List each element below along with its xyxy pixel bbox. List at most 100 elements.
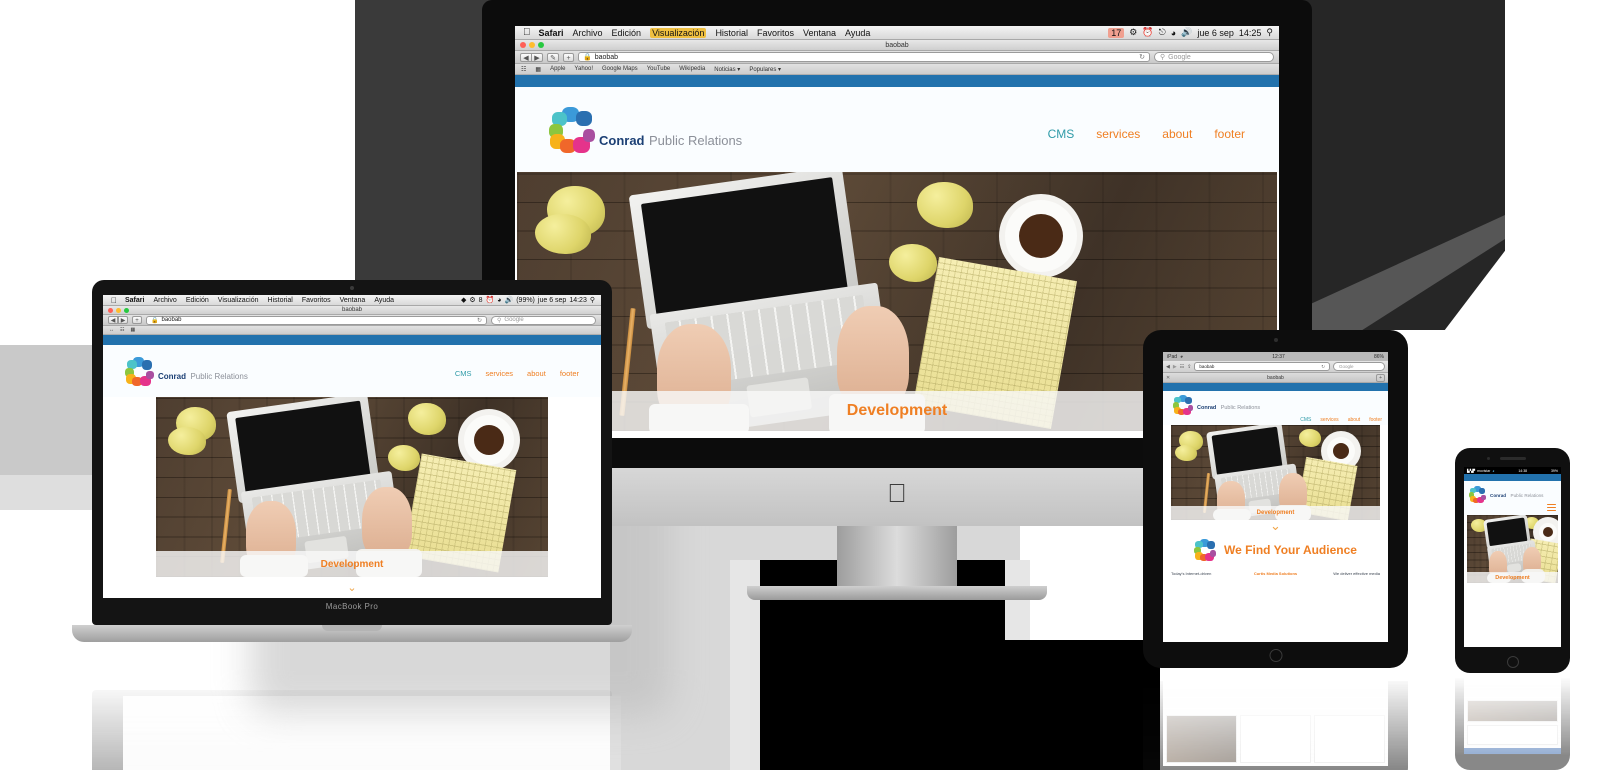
spotlight-icon[interactable]: ⚲ xyxy=(1266,27,1273,38)
nav-item-about[interactable]: about xyxy=(527,369,546,378)
chevron-down-icon[interactable]: ⌄ xyxy=(103,581,601,594)
nav-item-about[interactable]: about xyxy=(1348,417,1361,423)
wifi-icon[interactable]: ◕ xyxy=(1171,28,1176,38)
spotlight-icon[interactable]: ⚲ xyxy=(590,296,595,304)
bluetooth-icon[interactable]: ⎋ xyxy=(1159,27,1166,38)
menu-ayuda[interactable]: Ayuda xyxy=(374,297,394,304)
forward-button[interactable]: ▶ xyxy=(531,52,543,62)
close-icon[interactable]: ✕ xyxy=(1166,375,1170,381)
puzzle-c-logo-icon xyxy=(1194,539,1217,561)
menu-edicion[interactable]: Edición xyxy=(186,297,209,304)
back-button[interactable]: ◀ xyxy=(1166,364,1170,370)
site-logo[interactable]: Conrad Public Relations xyxy=(549,106,742,153)
timemachine-icon[interactable]: ⏰ xyxy=(486,296,495,304)
address-bar[interactable]: 🔒 baobab ↻ xyxy=(146,315,487,325)
ipad-tab-title[interactable]: baobab xyxy=(1267,375,1284,381)
reflection-page xyxy=(1464,697,1561,748)
crumpled-paper-3 xyxy=(408,403,446,435)
nav-item-footer[interactable]: footer xyxy=(1214,127,1245,141)
search-input[interactable]: ⚲ Google xyxy=(1154,52,1274,62)
bookmark-yahoo[interactable]: Yahoo! xyxy=(574,66,593,72)
add-bookmark-button[interactable]: + xyxy=(563,52,574,62)
site-logo[interactable]: Conrad Public Relations xyxy=(1469,481,1556,503)
sync-icon[interactable]: ⚙ xyxy=(1129,27,1137,38)
search-placeholder: Google xyxy=(504,317,524,323)
wifi-icon[interactable]: ◕ xyxy=(497,297,501,304)
bookmark-noticias[interactable]: Noticias ▾ xyxy=(714,66,740,73)
volume-icon[interactable]: 🔊 xyxy=(505,296,514,304)
nav-item-services[interactable]: services xyxy=(1320,417,1338,423)
chevron-down-icon[interactable]: ⌄ xyxy=(1163,519,1388,532)
bookmark-populares[interactable]: Populares ▾ xyxy=(749,66,781,73)
ipad-tab-bar: ✕ baobab + xyxy=(1163,373,1388,383)
reader-icon[interactable]: ✎ xyxy=(547,52,559,62)
reload-icon[interactable]: ↻ xyxy=(477,317,482,324)
apple-icon[interactable]:  xyxy=(523,27,531,38)
site-logo[interactable]: Conrad Public Relations xyxy=(125,356,248,386)
menu-archivo[interactable]: Archivo xyxy=(573,28,603,38)
timemachine-icon[interactable]: ⏰ xyxy=(1142,27,1153,38)
forward-button[interactable]: ▶ xyxy=(1173,364,1177,370)
nav-item-cms[interactable]: CMS xyxy=(1300,417,1311,423)
search-icon: ⚲ xyxy=(497,317,502,324)
menu-ventana[interactable]: Ventana xyxy=(340,297,366,304)
address-bar[interactable]: baobab ↻ xyxy=(1194,362,1330,371)
bookmark-youtube[interactable]: YouTube xyxy=(647,66,671,72)
forward-button[interactable]: ▶ xyxy=(118,316,128,324)
bookmark-google-maps[interactable]: Google Maps xyxy=(602,66,638,72)
add-bookmark-button[interactable]: + xyxy=(132,316,142,324)
menu-edicion[interactable]: Edición xyxy=(612,28,642,38)
bookmark-apple[interactable]: Apple xyxy=(550,66,565,72)
hamburger-menu-icon[interactable] xyxy=(1547,503,1556,511)
sync-icon[interactable]: ⚙ xyxy=(469,296,475,304)
menu-ventana[interactable]: Ventana xyxy=(803,28,836,38)
footer-column-2-highlight[interactable]: Curtis Media Solutions xyxy=(1254,571,1297,576)
menu-safari[interactable]: Safari xyxy=(539,28,564,38)
nav-item-about[interactable]: about xyxy=(1162,127,1192,141)
menu-safari[interactable]: Safari xyxy=(125,297,144,304)
ipad-device-label: iPad xyxy=(1167,353,1178,360)
puzzle-c-logo-icon xyxy=(125,356,154,386)
menu-historial[interactable]: Historial xyxy=(715,28,748,38)
battery-percent-badge[interactable]: 8 xyxy=(479,297,483,304)
menu-visualizacion[interactable]: Visualización xyxy=(650,27,707,38)
dropbox-icon[interactable]: ◆ xyxy=(461,296,466,304)
nav-item-footer[interactable]: footer xyxy=(1369,417,1382,423)
menu-historial[interactable]: Historial xyxy=(268,297,293,304)
menu-visualizacion[interactable]: Visualización xyxy=(218,297,259,304)
menu-archivo[interactable]: Archivo xyxy=(153,297,176,304)
reader-icon[interactable]: ↔ xyxy=(109,327,114,333)
nav-item-services[interactable]: services xyxy=(486,369,514,378)
topsites-icon[interactable]: ▦ xyxy=(130,327,135,333)
coffee-cup xyxy=(464,415,514,465)
nav-item-cms[interactable]: CMS xyxy=(1048,127,1075,141)
sidebar-icon[interactable]: ☷ xyxy=(521,66,526,73)
plus-icon[interactable]: + xyxy=(1376,373,1385,382)
iphone-home-button[interactable] xyxy=(1506,656,1519,668)
nav-item-cms[interactable]: CMS xyxy=(455,369,472,378)
back-button[interactable]: ◀ xyxy=(108,316,118,324)
share-icon[interactable]: ⇪ xyxy=(1187,364,1191,370)
menu-favoritos[interactable]: Favoritos xyxy=(302,297,331,304)
nav-item-footer[interactable]: footer xyxy=(560,369,579,378)
search-input[interactable]: Google xyxy=(1333,362,1385,371)
apple-icon[interactable]:  xyxy=(111,296,117,305)
ipad-safari-toolbar: ◀ ▶ ☷ ⇪ baobab ↻ Google xyxy=(1163,361,1388,373)
reload-icon[interactable]: ↻ xyxy=(1321,364,1325,370)
address-bar[interactable]: 🔒 baobab ↻ xyxy=(578,52,1150,62)
nav-item-services[interactable]: services xyxy=(1096,127,1140,141)
ipad-home-button[interactable] xyxy=(1269,649,1282,662)
battery-percent-badge[interactable]: 17 xyxy=(1108,27,1125,38)
volume-icon[interactable]: 🔊 xyxy=(1181,27,1192,38)
search-input[interactable]: ⚲ Google xyxy=(491,315,596,325)
menu-favoritos[interactable]: Favoritos xyxy=(757,28,794,38)
topsites-icon[interactable]: ▦ xyxy=(535,66,541,73)
site-header: Conrad Public Relations CMS services abo… xyxy=(1163,391,1388,425)
iphone-camera-icon xyxy=(1487,457,1490,460)
sidebar-icon[interactable]: ☷ xyxy=(120,327,124,333)
reload-icon[interactable]: ↻ xyxy=(1139,53,1145,61)
bookmark-wikipedia[interactable]: Wikipedia xyxy=(679,66,705,72)
bookmarks-icon[interactable]: ☷ xyxy=(1180,364,1184,370)
menu-ayuda[interactable]: Ayuda xyxy=(845,28,870,38)
site-logo[interactable]: Conrad Public Relations xyxy=(1173,391,1378,415)
